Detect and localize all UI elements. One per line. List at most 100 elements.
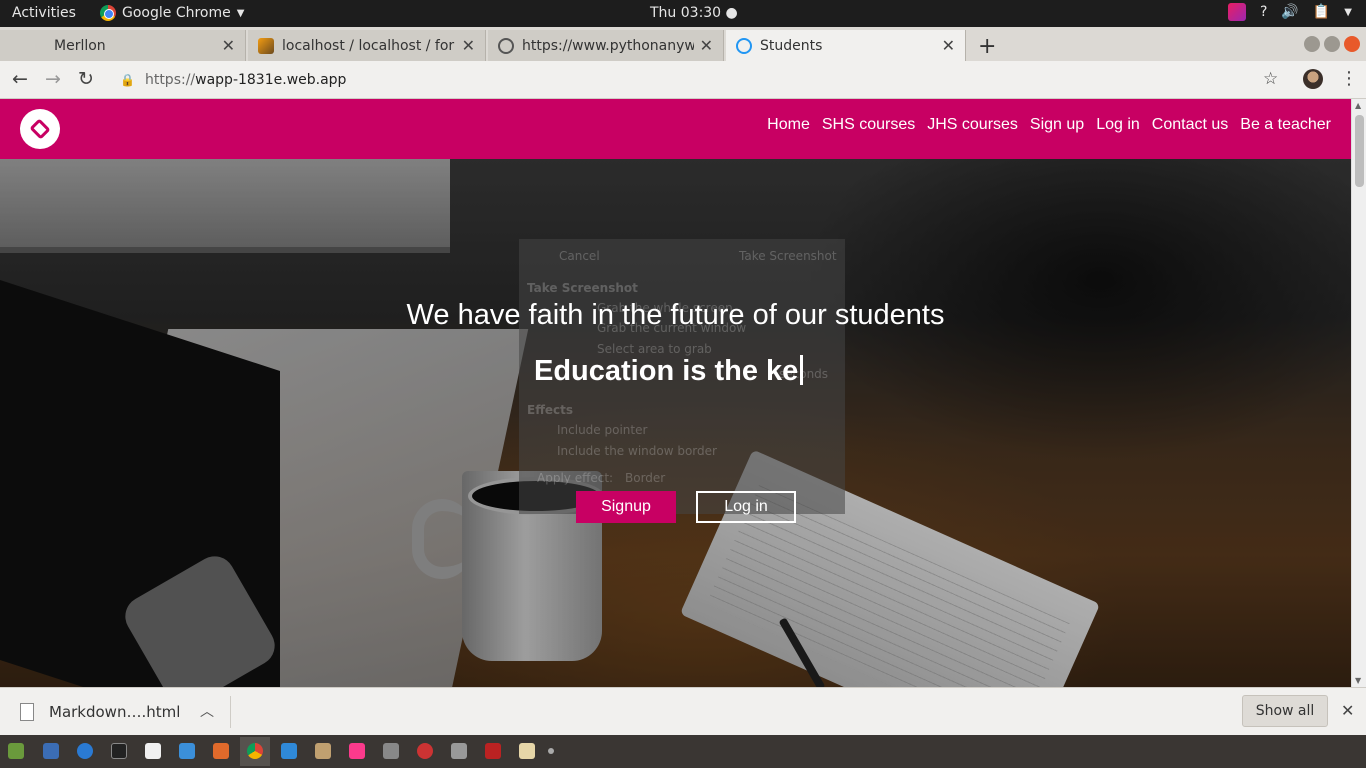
taskbar-files-icon[interactable] [43, 743, 59, 759]
signup-button[interactable]: Signup [576, 491, 676, 523]
clipboard-icon[interactable]: 📋 [1313, 4, 1330, 20]
close-shelf-icon[interactable]: ✕ [1341, 701, 1354, 720]
app-indicator-icon[interactable] [1227, 3, 1246, 21]
os-taskbar [0, 735, 1366, 768]
lock-icon[interactable]: 🔒 [120, 73, 135, 87]
login-button[interactable]: Log in [696, 491, 796, 523]
tab-localhost[interactable]: localhost / localhost / for ✕ [248, 30, 486, 61]
taskbar-chrome-icon[interactable] [247, 743, 263, 759]
logo-mark-icon [29, 118, 51, 140]
url-host: wapp-1831e.web.app [195, 72, 347, 88]
close-tab-icon[interactable]: ✕ [462, 36, 475, 55]
taskbar-chat-icon[interactable] [179, 743, 195, 759]
url-protocol: https:// [144, 72, 196, 88]
chevron-up-icon[interactable]: ︿ [200, 701, 214, 721]
ghost-apply-effect: Apply effect: [537, 471, 614, 485]
download-file-name[interactable]: Markdown….html [49, 703, 180, 721]
close-tab-icon[interactable]: ✕ [700, 36, 713, 55]
nav-link-jhs-courses[interactable]: JHS courses [927, 116, 1018, 134]
react-icon [736, 37, 752, 54]
taskbar-amazon-icon[interactable] [145, 743, 161, 759]
nav-link-home[interactable]: Home [767, 116, 810, 134]
nav-link-shs-courses[interactable]: SHS courses [822, 116, 915, 134]
taskbar-jetbrains-icon[interactable] [349, 743, 365, 759]
close-window-icon[interactable] [1344, 36, 1360, 52]
taskbar-more-icon[interactable] [548, 748, 554, 754]
nav-link-be-a-teacher[interactable]: Be a teacher [1240, 116, 1331, 134]
taskbar-tools-icon[interactable] [417, 743, 433, 759]
blank-favicon-icon [10, 37, 26, 54]
page-viewport: Home SHS courses JHS courses Sign up Log… [0, 99, 1351, 687]
close-tab-icon[interactable]: ✕ [222, 36, 235, 55]
tab-pythonanywhere[interactable]: https://www.pythonanyw ✕ [488, 30, 724, 61]
system-tray[interactable]: ? 🔊 📋 ▼ [1227, 3, 1352, 21]
loading-spinner-icon [498, 37, 514, 54]
ghost-cancel: Cancel [559, 249, 600, 263]
activities-button[interactable]: Activities [12, 5, 76, 21]
scroll-up-icon[interactable]: ▲ [1355, 101, 1361, 110]
back-arrow-icon[interactable]: ← [12, 68, 28, 90]
ghost-heading: Take Screenshot [527, 281, 638, 295]
taskbar-archive-icon[interactable] [315, 743, 331, 759]
nav-links: Home SHS courses JHS courses Sign up Log… [767, 116, 1331, 134]
download-shelf: Markdown….html ︿ Show all ✕ [0, 687, 1366, 735]
tab-title: localhost / localhost / for [282, 37, 455, 54]
ghost-select-area: Select area to grab [597, 342, 712, 356]
app-menu[interactable]: Google Chrome ▼ [100, 5, 244, 21]
taskbar-scanner-icon[interactable] [451, 743, 467, 759]
os-top-bar: Activities Google Chrome ▼ Thu 03:30 ● ?… [0, 0, 1366, 27]
hero-subtitle-text: Education is the ke [534, 355, 799, 387]
ghost-effects: Effects [527, 403, 574, 417]
shelf-divider [230, 696, 231, 728]
taskbar-editor-icon[interactable] [519, 743, 535, 759]
site-logo[interactable] [20, 109, 60, 149]
app-menu-label: Google Chrome [122, 5, 231, 21]
tab-merllon[interactable]: Merllon ✕ [0, 30, 246, 61]
ghost-include-border: Include the window border [557, 444, 717, 458]
taskbar-launcher-icon[interactable] [8, 743, 24, 759]
nav-link-contact-us[interactable]: Contact us [1152, 116, 1228, 134]
taskbar-vscode-icon[interactable] [281, 743, 297, 759]
tab-title: https://www.pythonanyw [522, 37, 694, 54]
chevron-down-icon: ▼ [236, 7, 245, 19]
show-all-button[interactable]: Show all [1242, 695, 1328, 727]
close-tab-icon[interactable]: ✕ [942, 36, 955, 55]
more-menu-icon[interactable]: ⋮ [1340, 68, 1358, 89]
scroll-down-icon[interactable]: ▼ [1355, 676, 1361, 685]
window-controls [1304, 36, 1360, 52]
taskbar-software-icon[interactable] [213, 743, 229, 759]
reload-icon[interactable]: ↻ [78, 68, 94, 90]
ghost-include-pointer: Include pointer [557, 423, 648, 437]
forward-arrow-icon[interactable]: → [45, 68, 61, 90]
taskbar-screen-icon[interactable] [485, 743, 501, 759]
address-bar[interactable]: 🔒 https://wapp-1831e.web.app [108, 66, 1288, 94]
ghost-take-screenshot-button: Take Screenshot [739, 249, 837, 263]
taskbar-help-icon[interactable] [77, 743, 93, 759]
profile-avatar[interactable] [1303, 69, 1323, 89]
tab-students[interactable]: Students ✕ [726, 30, 966, 61]
scrollbar-thumb[interactable] [1355, 115, 1364, 187]
minimize-icon[interactable] [1304, 36, 1320, 52]
notification-dot-icon: ● [725, 5, 738, 21]
help-icon[interactable]: ? [1260, 4, 1267, 20]
clock[interactable]: Thu 03:30 ● [650, 5, 738, 21]
taskbar-terminal-icon[interactable] [111, 743, 127, 759]
hero-title: We have faith in the future of our stude… [406, 299, 945, 331]
taskbar-video-icon[interactable] [383, 743, 399, 759]
typing-cursor [800, 355, 804, 385]
volume-icon[interactable]: 🔊 [1281, 4, 1298, 20]
bookmark-star-icon[interactable]: ☆ [1263, 69, 1278, 89]
new-tab-button[interactable]: + [978, 34, 996, 59]
html-file-icon[interactable] [20, 703, 34, 721]
nav-link-log-in[interactable]: Log in [1096, 116, 1140, 134]
system-menu-chevron-icon[interactable]: ▼ [1344, 7, 1352, 18]
page-scrollbar[interactable]: ▲ ▼ [1351, 99, 1366, 687]
site-navbar: Home SHS courses JHS courses Sign up Log… [0, 99, 1351, 159]
tab-strip: Merllon ✕ localhost / localhost / for ✕ … [0, 27, 1366, 61]
tab-title: Merllon [54, 37, 106, 54]
maximize-icon[interactable] [1324, 36, 1340, 52]
phpmyadmin-icon [258, 37, 274, 54]
nav-link-sign-up[interactable]: Sign up [1030, 116, 1084, 134]
browser-toolbar: ← → ↻ 🔒 https://wapp-1831e.web.app ☆ ⋮ [0, 61, 1366, 99]
tab-title: Students [760, 37, 823, 54]
